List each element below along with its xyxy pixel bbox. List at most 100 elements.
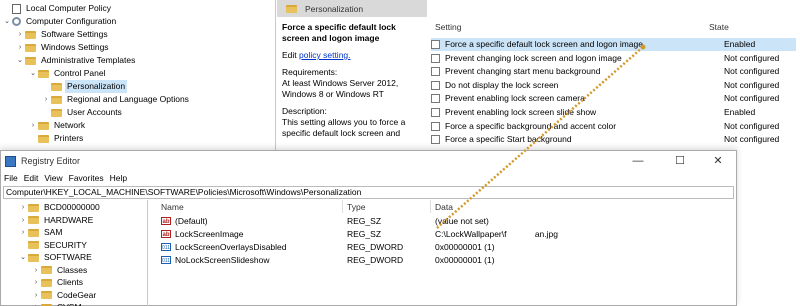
policy-row[interactable]: Prevent changing lock screen and logon i… xyxy=(431,52,796,65)
menu-favorites[interactable]: Favorites xyxy=(66,171,107,185)
column-header-setting[interactable]: Setting xyxy=(435,22,461,32)
column-divider[interactable] xyxy=(430,200,431,213)
value-type: REG_DWORD xyxy=(347,255,404,265)
policy-row[interactable]: Force a specific background and accent c… xyxy=(431,120,796,133)
chevron-right-icon[interactable]: › xyxy=(29,119,37,132)
registry-key[interactable]: SECURITY xyxy=(19,239,89,252)
menu-edit[interactable]: Edit xyxy=(21,171,42,185)
chevron-right-icon[interactable]: › xyxy=(32,264,40,277)
registry-key-label: Clients xyxy=(57,277,83,287)
tree-item[interactable]: › Windows Settings xyxy=(16,41,111,54)
address-bar[interactable]: Computer\HKEY_LOCAL_MACHINE\SOFTWARE\Pol… xyxy=(3,186,734,199)
tree-item[interactable]: Personalization xyxy=(42,80,128,93)
policy-setting-icon xyxy=(431,135,440,145)
column-header-type[interactable]: Type xyxy=(347,201,365,213)
menu-view[interactable]: View xyxy=(41,171,65,185)
chevron-right-icon[interactable]: › xyxy=(42,93,50,106)
registry-key[interactable]: › CodeGear xyxy=(32,289,98,302)
chevron-right-icon[interactable]: › xyxy=(32,276,40,289)
policy-name: Force a specific default lock screen and… xyxy=(445,39,643,49)
description-text: This setting allows you to force a speci… xyxy=(282,117,406,138)
dword-value-icon: 011 xyxy=(161,256,171,264)
requirements-text: At least Windows Server 2012, Windows 8 … xyxy=(282,78,399,99)
policy-setting-icon xyxy=(431,94,440,104)
policy-row[interactable]: Force a specific default lock screen and… xyxy=(431,38,796,51)
policy-row[interactable]: Prevent enabling lock screen camera Not c… xyxy=(431,92,796,105)
value-data: 0x00000001 (1) xyxy=(435,242,495,252)
chevron-right-icon[interactable]: › xyxy=(19,214,27,227)
registry-key-label: CodeGear xyxy=(57,289,97,300)
column-header-name[interactable]: Name xyxy=(161,201,184,213)
value-data: 0x00000001 (1) xyxy=(435,255,495,265)
chevron-down-icon[interactable]: ⌄ xyxy=(3,15,11,28)
policy-state: Not configured xyxy=(724,134,780,145)
menu-help[interactable]: Help xyxy=(107,171,130,185)
tree-item[interactable]: › Network xyxy=(29,119,87,132)
chevron-down-icon[interactable]: ⌄ xyxy=(29,67,37,80)
policy-state: Enabled xyxy=(724,39,756,49)
tree-item[interactable]: › Regional and Language Options xyxy=(42,93,191,106)
policy-name: Prevent changing start menu background xyxy=(445,66,601,77)
registry-value-row[interactable]: 011 NoLockScreenSlideshow REG_DWORD 0x00000… xyxy=(149,254,736,267)
group-policy-window: Local Computer Policy ⌄ Computer Configura… xyxy=(0,0,800,150)
registry-value-row[interactable]: ab (Default) REG_SZ (value not set) xyxy=(149,215,736,228)
column-header-data[interactable]: Data xyxy=(435,201,453,213)
policy-setting-icon xyxy=(431,80,440,90)
folder-icon xyxy=(38,121,49,130)
tree-item[interactable]: User Accounts xyxy=(42,106,124,119)
policy-row[interactable]: Force a specific Start background Not con… xyxy=(431,133,796,146)
chevron-right-icon[interactable]: › xyxy=(19,226,27,239)
chevron-right-icon[interactable]: › xyxy=(16,41,24,54)
maximize-button[interactable]: ☐ xyxy=(663,151,697,171)
registry-key[interactable]: › CVSM xyxy=(32,301,84,306)
column-divider[interactable] xyxy=(342,200,343,213)
string-value-icon: ab xyxy=(161,217,171,225)
registry-key[interactable]: ⌄ SOFTWARE xyxy=(19,251,94,264)
policy-title: Force a specific default lock screen and… xyxy=(282,22,396,43)
edit-policy-link[interactable]: policy setting. xyxy=(299,50,351,60)
registry-key-label: SAM xyxy=(44,227,63,237)
tree-item[interactable]: ⌄ Computer Configuration xyxy=(3,15,118,28)
tree-item[interactable]: Local Computer Policy xyxy=(3,2,113,15)
chevron-right-icon[interactable]: › xyxy=(16,28,24,41)
tree-item[interactable]: Printers xyxy=(29,132,85,145)
policy-state: Not configured xyxy=(724,93,780,104)
folder-icon xyxy=(28,241,39,249)
policy-row[interactable]: Do not display the lock screen Not config… xyxy=(431,79,796,92)
policy-row[interactable]: Prevent enabling lock screen slide show E… xyxy=(431,106,796,119)
tree-item[interactable]: ⌄ Control Panel xyxy=(29,67,108,80)
edit-policy-line: Edit policy setting. xyxy=(282,50,422,61)
chevron-right-icon[interactable]: › xyxy=(32,289,40,302)
registry-key[interactable]: › SAM xyxy=(19,226,64,239)
tree-item-label: Printers xyxy=(54,133,84,143)
tree-item[interactable]: › Software Settings xyxy=(16,28,110,41)
value-name: LockScreenImage xyxy=(175,229,244,239)
tree-item[interactable]: ⌄ Administrative Templates xyxy=(16,54,137,67)
policy-state: Enabled xyxy=(724,107,756,117)
folder-icon xyxy=(28,216,39,224)
minimize-button[interactable]: — xyxy=(621,151,655,171)
chevron-right-icon[interactable]: › xyxy=(19,201,27,214)
value-name: NoLockScreenSlideshow xyxy=(175,255,270,265)
registry-value-row[interactable]: 011 LockScreenOverlaysDisabled REG_DWORD 0x… xyxy=(149,241,736,254)
value-type: REG_DWORD xyxy=(347,242,404,252)
registry-value-row[interactable]: ab LockScreenImage REG_SZ C:\LockWallpaper\… xyxy=(149,228,736,241)
chevron-right-icon[interactable]: › xyxy=(32,301,40,306)
column-header-state[interactable]: State xyxy=(709,22,729,32)
registry-key[interactable]: › Clients xyxy=(32,276,85,289)
value-name: LockScreenOverlaysDisabled xyxy=(175,242,287,252)
menu-file[interactable]: File xyxy=(1,171,21,185)
gp-tree-pane: Local Computer Policy ⌄ Computer Configura… xyxy=(0,0,276,150)
folder-icon xyxy=(28,228,39,237)
chevron-down-icon[interactable]: ⌄ xyxy=(19,251,27,264)
close-button[interactable]: ✕ xyxy=(701,151,735,171)
registry-key-label: Classes xyxy=(57,264,88,275)
registry-key-label: CVSM xyxy=(55,301,84,306)
chevron-down-icon[interactable]: ⌄ xyxy=(16,54,24,67)
policy-row[interactable]: Prevent changing start menu background No… xyxy=(431,65,796,78)
registry-key[interactable]: › HARDWARE xyxy=(19,214,95,227)
folder-icon xyxy=(51,82,62,91)
registry-key[interactable]: › Classes xyxy=(32,264,89,277)
registry-key[interactable]: › BCD00000000 xyxy=(19,201,102,214)
policy-icon xyxy=(12,3,21,14)
